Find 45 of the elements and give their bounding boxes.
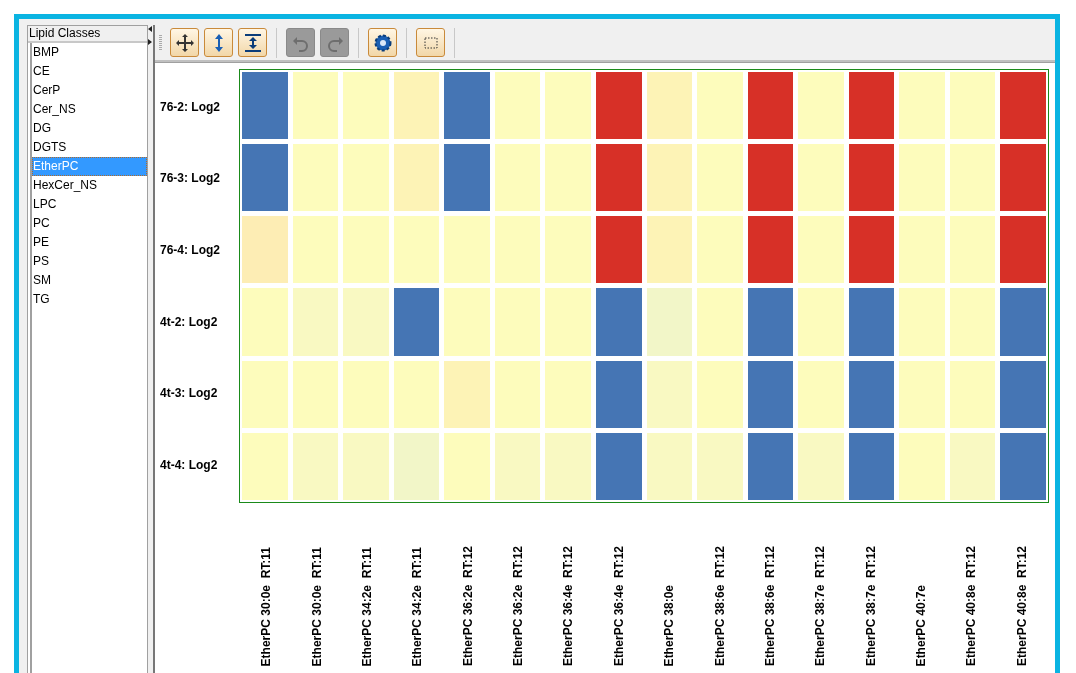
column-label: EtherPC 36:2e RT:12 [511,545,526,666]
list-item[interactable]: BMP [32,43,147,62]
list-item[interactable]: HexCer_NS [32,176,147,195]
fit-height-icon [242,32,263,53]
list-item[interactable]: DG [32,119,147,138]
row-label: 76-3: Log2 [160,171,220,186]
select-button[interactable] [416,28,445,57]
column-label: EtherPC 34:2e RT:11 [410,546,425,666]
panel-header: Lipid Classes [28,26,147,43]
column-label: EtherPC 38:6e RT:12 [762,545,777,666]
list-item[interactable]: SM [32,271,147,290]
column-label: EtherPC 30:0e RT:11 [259,546,274,666]
list-item[interactable]: TG [32,290,147,309]
list-item[interactable]: Cer_NS [32,100,147,119]
column-label: EtherPC 36:2e RT:12 [460,545,475,666]
column-label: EtherPC 40:8e RT:12 [964,545,979,666]
row-label: 4t-4: Log2 [160,458,218,473]
list-item[interactable]: DGTS [32,138,147,157]
column-label: EtherPC 38:7e RT:12 [813,545,828,666]
list-item[interactable]: LPC [32,195,147,214]
list-item[interactable]: PC [32,214,147,233]
toolbar-grip-icon[interactable] [159,34,162,51]
column-label: EtherPC 34:2e RT:11 [359,546,374,666]
settings-button[interactable] [368,28,397,57]
row-label: 76-2: Log2 [160,99,220,114]
row-label: 4t-3: Log2 [160,386,218,401]
column-label: EtherPC 40:8e RT:12 [1014,545,1029,666]
list-item[interactable]: PE [32,233,147,252]
settings-icon [372,32,393,53]
list-item[interactable]: CE [32,62,147,81]
move-icon [174,32,195,53]
zoom-vertical-button[interactable] [204,28,233,57]
column-label: EtherPC 40:7e [914,584,929,666]
fit-vertical-button[interactable] [238,28,267,57]
row-label: 76-4: Log2 [160,243,220,258]
column-label: EtherPC 36:4e RT:12 [561,545,576,666]
column-label: EtherPC 30:0e RT:11 [309,546,324,666]
column-label: EtherPC 38:7e RT:12 [863,545,878,666]
pan-button[interactable] [170,28,199,57]
row-label: 4t-2: Log2 [160,314,218,329]
column-label: EtherPC 36:4e RT:12 [611,545,626,666]
column-label: EtherPC 38:6e RT:12 [712,545,727,666]
list-item[interactable]: PS [32,252,147,271]
column-label: EtherPC 38:0e [662,584,677,666]
list-item[interactable]: CerP [32,81,147,100]
